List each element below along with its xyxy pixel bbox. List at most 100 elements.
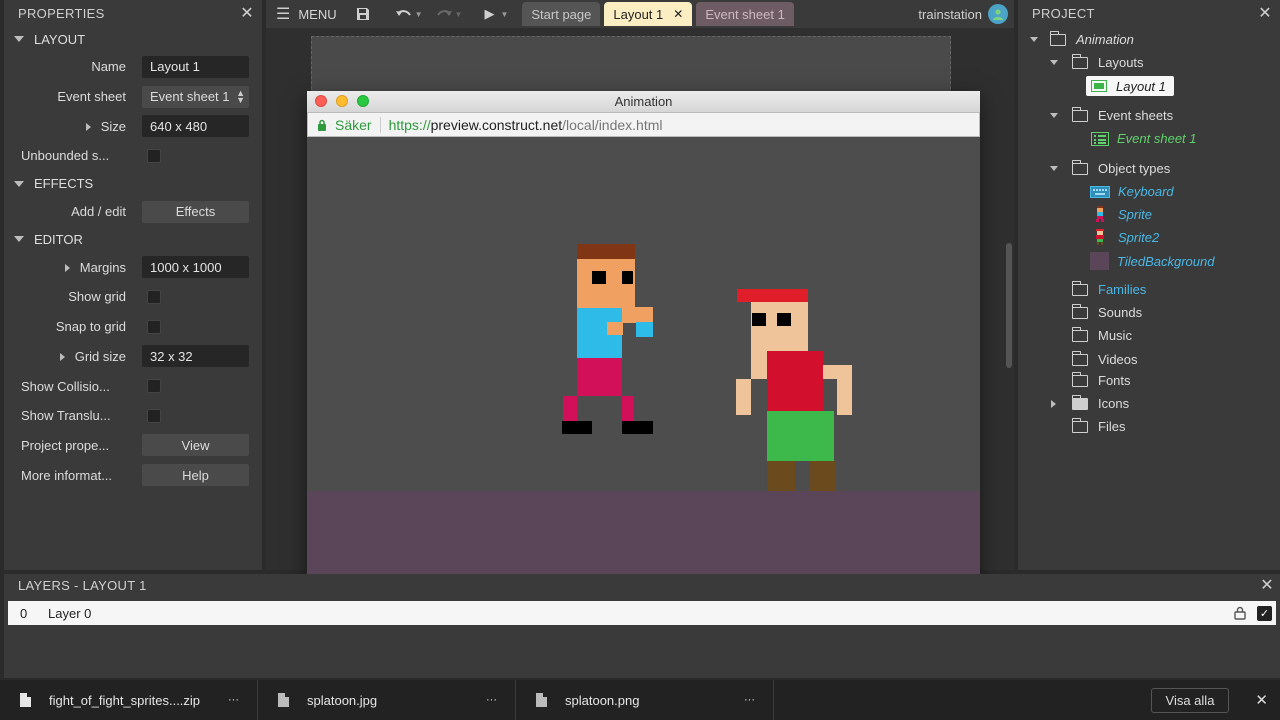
expand-arrow-icon[interactable] xyxy=(85,123,91,132)
tree-object-types-label: Object types xyxy=(1098,161,1171,176)
snap-grid-checkbox[interactable] xyxy=(147,319,161,334)
redo-dropdown-icon[interactable]: ▼ xyxy=(455,10,463,19)
collapse-triangle-icon[interactable] xyxy=(1030,37,1038,42)
tree-folder-object-types[interactable]: Object types xyxy=(1071,159,1171,176)
tree-folder-videos[interactable]: Videos xyxy=(1071,350,1138,367)
event-sheet-select[interactable]: Event sheet 1 ▲ ▼ xyxy=(142,85,249,108)
layout-name-input[interactable]: Layout 1 xyxy=(142,55,249,78)
collapse-triangle-icon[interactable] xyxy=(1050,60,1058,65)
maximize-window-button[interactable] xyxy=(357,95,369,107)
folder-icon xyxy=(1071,371,1088,387)
download-more-icon[interactable]: ··· xyxy=(228,694,239,706)
show-grid-checkbox[interactable] xyxy=(147,289,161,304)
tree-root-animation[interactable]: Animation xyxy=(1049,30,1134,47)
folder-icon xyxy=(1071,106,1088,122)
tab-event-sheet-1[interactable]: Event sheet 1 xyxy=(696,2,794,26)
layer-visible-checkbox[interactable]: ✓ xyxy=(1257,605,1272,621)
collapse-triangle-icon[interactable] xyxy=(1050,166,1058,171)
download-more-icon[interactable]: ··· xyxy=(486,694,497,706)
download-more-icon[interactable]: ··· xyxy=(744,694,755,706)
undo-icon[interactable] xyxy=(395,7,413,21)
grid-size-input[interactable]: 32 x 32 xyxy=(142,345,249,368)
show-all-downloads-button[interactable]: Visa alla xyxy=(1150,687,1230,713)
prop-size-label: Size xyxy=(4,119,126,134)
preview-titlebar[interactable]: Animation xyxy=(307,91,980,112)
folder-icon xyxy=(1071,394,1088,410)
tree-folder-layouts[interactable]: Layouts xyxy=(1071,53,1144,70)
margins-input[interactable]: 1000 x 1000 xyxy=(142,256,249,279)
tree-item-tiled-background[interactable]: TiledBackground xyxy=(1090,252,1214,270)
close-tab-icon[interactable]: ✕ xyxy=(673,7,683,21)
tree-folder-files[interactable]: Files xyxy=(1071,417,1125,434)
tree-folder-icons[interactable]: Icons xyxy=(1071,394,1129,411)
tree-root-label: Animation xyxy=(1076,32,1134,47)
save-icon[interactable] xyxy=(355,6,371,22)
prop-row-grid-size: Grid size 32 x 32 xyxy=(4,342,262,372)
tab-event-sheet-1-label: Event sheet 1 xyxy=(705,6,785,22)
minimize-window-button[interactable] xyxy=(336,95,348,107)
tree-folder-families[interactable]: Families xyxy=(1071,280,1146,297)
user-avatar[interactable] xyxy=(988,4,1008,24)
expand-arrow-icon[interactable] xyxy=(59,353,65,362)
unbounded-checkbox[interactable] xyxy=(147,148,161,163)
tree-sprite-label: Sprite xyxy=(1118,206,1152,222)
game-canvas[interactable] xyxy=(307,137,980,583)
tree-item-layout-1[interactable]: Layout 1 xyxy=(1086,76,1174,96)
section-editor[interactable]: EDITOR xyxy=(4,226,262,252)
vertical-scrollbar[interactable] xyxy=(1006,243,1012,368)
url-path: /local/index.html xyxy=(562,116,663,133)
redo-icon[interactable] xyxy=(435,7,453,21)
prop-row-snap-grid: Snap to grid xyxy=(4,312,262,342)
lock-icon[interactable] xyxy=(1233,606,1247,620)
tree-item-sprite2[interactable]: Sprite2 xyxy=(1094,229,1159,245)
effects-button[interactable]: Effects xyxy=(142,200,249,223)
prop-row-effects: Add / edit Effects xyxy=(4,197,262,227)
size-input[interactable]: 640 x 480 xyxy=(142,115,249,138)
layer-row[interactable]: 0 Layer 0 ✓ xyxy=(8,601,1276,625)
event-sheet-select-value: Event sheet 1 xyxy=(150,89,230,105)
download-item-png[interactable]: splatoon.png ··· xyxy=(516,680,774,720)
username[interactable]: trainstation xyxy=(918,7,982,22)
expand-triangle-icon[interactable] xyxy=(1051,400,1056,408)
hamburger-menu-icon[interactable]: ☰ xyxy=(276,4,290,24)
tree-folder-fonts[interactable]: Fonts xyxy=(1071,371,1131,388)
expand-arrow-icon[interactable] xyxy=(64,264,70,273)
download-item-zip[interactable]: fight_of_fight_sprites....zip ··· xyxy=(0,680,258,720)
layers-title: LAYERS - LAYOUT 1 xyxy=(18,577,147,593)
show-collision-checkbox[interactable] xyxy=(147,379,161,394)
address-bar[interactable]: Säker https:// preview.construct.net /lo… xyxy=(307,112,980,137)
select-arrows-icon: ▲ ▼ xyxy=(236,87,245,105)
help-button[interactable]: Help xyxy=(142,464,249,487)
close-layers-icon[interactable]: ✕ xyxy=(1260,575,1274,595)
close-download-bar-icon[interactable]: ✕ xyxy=(1255,691,1268,709)
download-item-jpg[interactable]: splatoon.jpg ··· xyxy=(258,680,516,720)
section-effects[interactable]: EFFECTS xyxy=(4,171,262,197)
section-layout[interactable]: LAYOUT xyxy=(4,26,262,52)
folder-icon xyxy=(1071,159,1088,175)
tab-start-page[interactable]: Start page xyxy=(522,2,601,26)
preview-dropdown-icon[interactable]: ▼ xyxy=(500,10,508,19)
layout-icon xyxy=(1091,80,1107,92)
section-layout-label: LAYOUT xyxy=(34,31,86,47)
download-name: fight_of_fight_sprites....zip xyxy=(49,692,201,708)
close-window-button[interactable] xyxy=(315,95,327,107)
close-properties-icon[interactable]: ✕ xyxy=(240,3,254,23)
tree-item-event-sheet-1[interactable]: Event sheet 1 xyxy=(1091,131,1197,146)
sprite2-icon xyxy=(1096,229,1104,245)
tree-folder-sounds[interactable]: Sounds xyxy=(1071,303,1142,320)
tab-layout-1[interactable]: Layout 1 ✕ xyxy=(604,2,693,26)
section-editor-label: EDITOR xyxy=(34,231,83,247)
prop-row-margins: Margins 1000 x 1000 xyxy=(4,252,262,282)
tree-folder-music[interactable]: Music xyxy=(1071,326,1132,343)
preview-window-title: Animation xyxy=(614,94,673,109)
tree-folder-event-sheets[interactable]: Event sheets xyxy=(1071,106,1173,123)
collapse-triangle-icon[interactable] xyxy=(1050,113,1058,118)
tree-item-sprite[interactable]: Sprite xyxy=(1094,206,1152,222)
play-preview-icon[interactable]: ▶ xyxy=(484,6,494,22)
show-translucent-checkbox[interactable] xyxy=(147,408,161,423)
undo-dropdown-icon[interactable]: ▼ xyxy=(415,10,423,19)
tree-item-keyboard[interactable]: Keyboard xyxy=(1090,184,1174,199)
close-project-icon[interactable]: ✕ xyxy=(1258,3,1272,23)
view-button[interactable]: View xyxy=(142,434,249,457)
menu-button[interactable]: MENU xyxy=(298,7,336,22)
